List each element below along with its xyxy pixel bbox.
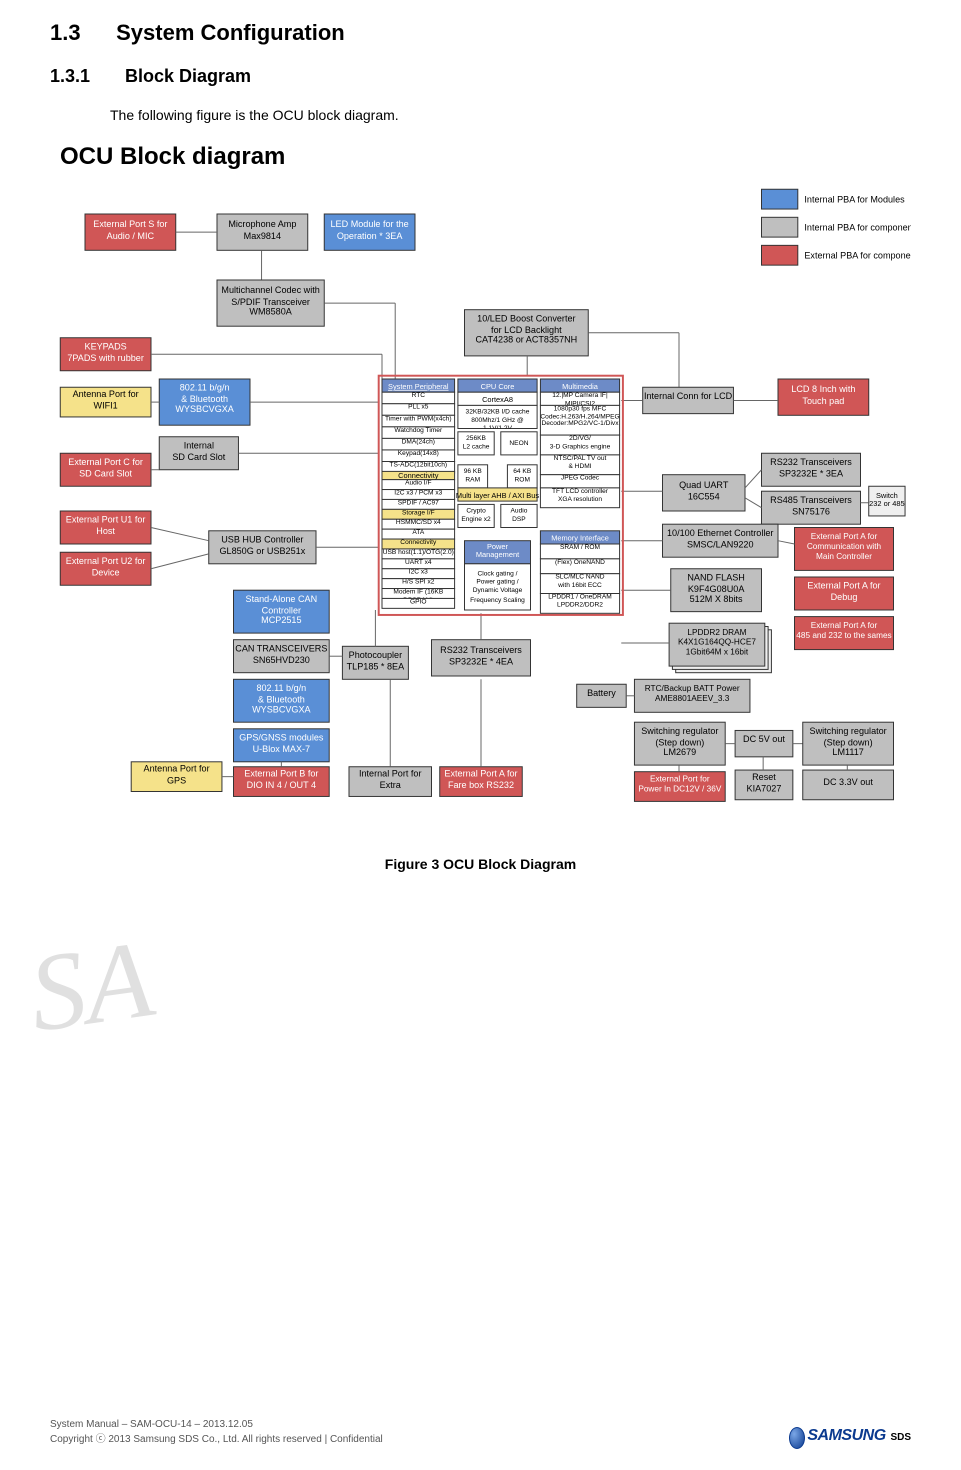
ext-main-block: External Port A forCommunication withMai… (794, 528, 893, 571)
nand-block: NAND FLASHK9F4G08U0A512M X 8bits (670, 569, 761, 612)
svg-text:CPU Core: CPU Core (480, 382, 514, 391)
section-title: System Configuration (116, 20, 345, 45)
wifi2-block: 802.11 b/g/n& BluetoothWYSBCVGXA (233, 679, 329, 722)
ext-debug-block: External Port A forDebug (794, 577, 893, 610)
cpu-power-management: PowerManagement Clock gating /Power gati… (464, 541, 530, 610)
dc5v-block: DC 5V out (735, 730, 793, 756)
rs485-block: RS485 TransceiversSN75176 (761, 491, 860, 524)
led-module-block: LED Module for theOperation * 3EA (324, 214, 415, 250)
ext-b-block: External Port B forDIO IN 4 / OUT 4 (233, 767, 329, 797)
can-trx-block: CAN TRANSCEIVERSSN65HVD230 (233, 640, 329, 673)
footer: System Manual – SAM-OCU-14 – 2013.12.05 … (50, 1419, 911, 1445)
wifi1-block: 802.11 b/g/n& BluetoothWYSBCVGXA (159, 379, 250, 425)
antenna-gps-block: Antenna Port forGPS (131, 762, 222, 792)
mic-amp-block: Microphone AmpMax9814 (217, 214, 308, 250)
cpu-memory-interface: Memory Interface SRAM / ROM(Flex) OneNAN… (540, 531, 619, 614)
cpu-connectivity: Connectivity Audio I/FI2C x3 / PCM x3SPD… (382, 471, 455, 608)
ext-power-block: External Port forPower In DC12V / 36V (634, 772, 725, 802)
legend-red: External PBA for components (804, 251, 911, 261)
ext-u1-block: External Port U1 forHost (60, 511, 151, 544)
can-ctrl-block: Stand-Alone CANControllerMCP2515 (233, 590, 329, 633)
samsung-logo: SAMSUNG (807, 1427, 885, 1444)
svg-text:Multimedia: Multimedia (562, 382, 599, 391)
cpu-system-peripheral: System Peripheral RTCPLL x5Timer with PW… (382, 379, 455, 473)
reset-block: ResetKIA7027 (735, 770, 793, 800)
svg-text:System Peripheral: System Peripheral (388, 382, 449, 391)
lcd-block: LCD 8 Inch withTouch pad (778, 379, 869, 415)
ext-audio-block: External Port S forAudio / MIC (85, 214, 176, 250)
section-heading: 1.3 System Configuration (50, 20, 911, 46)
internal-conn-lcd-block: Internal Conn for LCD (642, 387, 733, 413)
sw-reg1-block: Switching regulator(Step down)LM2679 (634, 722, 725, 765)
codec-block: Multichannel Codec withS/PDIF Transceive… (217, 280, 324, 326)
cpu-bus: 96 KBRAM 64 KBROM Multi layer AHB / AXI … (455, 465, 538, 528)
legend-blue: Internal PBA for Modules (804, 194, 905, 204)
rtc-block: RTC/Backup BATT PowerAME8801AEEV_3.3 (634, 679, 750, 712)
diagram-container: OCU Block diagram Internal PBA for Modul… (50, 143, 911, 872)
switch-block: Switch232 or 485 (868, 486, 904, 516)
boost-block: 10/LED Boost Converterfor LCD BacklightC… (464, 310, 588, 356)
photocoupler-block: PhotocouplerTLP185 * 8EA (342, 646, 408, 679)
ext-u2-block: External Port U2 forDevice (60, 552, 151, 585)
watermark: SA (22, 915, 161, 1058)
svg-text:CortexA8: CortexA8 (482, 395, 513, 404)
legend-gray: Internal PBA for components (804, 223, 911, 233)
rs232-3ea-block: RS232 TransceiversSP3232E * 3EA (761, 453, 860, 486)
section-number: 1.3 (50, 20, 110, 46)
footer-line2: Copyright ⓒ 2013 Samsung SDS Co., Ltd. A… (50, 1430, 383, 1445)
subsection-heading: 1.3.1 Block Diagram (50, 66, 911, 87)
ethernet-block: 10/100 Ethernet ControllerSMSC/LAN9220 (662, 524, 778, 557)
ext-fare-block: External Port A forFare box RS232 (439, 767, 522, 797)
block-diagram-svg: Internal PBA for Modules Internal PBA fo… (51, 181, 911, 841)
usb-hub-block: USB HUB ControllerGL850G or USB251x (208, 531, 315, 564)
battery-block: Battery (576, 684, 626, 707)
sw-reg2-block: Switching regulator(Step down)LM1117 (802, 722, 893, 765)
keypads-block: KEYPADS7PADS with rubber (60, 338, 151, 371)
internal-port-extra-block: Internal Port forExtra (349, 767, 432, 797)
cpu-core: CPU Core CortexA8 32KB/32KB I/D cache800… (457, 379, 536, 455)
dc33v-block: DC 3.3V out (802, 770, 893, 800)
body-text: The following figure is the OCU block di… (110, 107, 911, 123)
ext-485232-block: External Port A for485 and 232 to the sa… (794, 617, 893, 650)
figure-caption: Figure 3 OCU Block Diagram (50, 856, 911, 872)
subsection-title: Block Diagram (125, 66, 251, 86)
ext-sd-block: External Port C forSD Card Slot (60, 453, 151, 486)
quad-uart-block: Quad UART16C554 (662, 475, 745, 511)
antenna1-block: Antenna Port forWIFI1 (60, 387, 151, 417)
lpddr-block: LPDDR2 DRAMK4X1G164QQ-HCE71Gbit64M x 16b… (669, 623, 771, 673)
gps-block: GPS/GNSS modulesU-Blox MAX-7 (233, 729, 329, 762)
subsection-number: 1.3.1 (50, 66, 120, 87)
sds-label: SDS (890, 1432, 911, 1443)
cpu-multimedia: Multimedia 12.|MP Camera IF| MIPI/CSI210… (540, 379, 619, 508)
rs232-4ea-block: RS232 TransceiversSP3232E * 4EA (431, 640, 530, 676)
svg-text:Memory Interface: Memory Interface (551, 534, 609, 543)
svg-text:Connectivity: Connectivity (398, 471, 439, 480)
footer-line1: System Manual – SAM-OCU-14 – 2013.12.05 (50, 1419, 383, 1430)
sd-slot-block: InternalSD Card Slot (159, 437, 238, 470)
diagram-title: OCU Block diagram (60, 143, 911, 171)
samsung-oval-icon (789, 1427, 805, 1449)
svg-text:Multi layer AHB / AXI Bus: Multi layer AHB / AXI Bus (455, 491, 538, 500)
